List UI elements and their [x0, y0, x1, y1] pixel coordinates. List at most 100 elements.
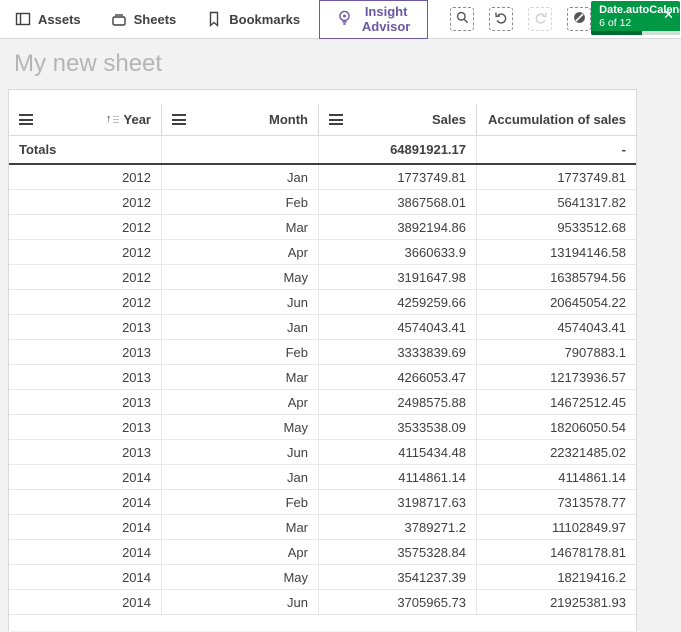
smart-search-button[interactable]: [450, 7, 475, 31]
sheets-button[interactable]: Sheets: [96, 0, 192, 38]
table-cell[interactable]: 14672512.45: [477, 390, 636, 415]
table-cell[interactable]: 2013: [9, 415, 162, 440]
table-cell[interactable]: 4266053.47: [319, 365, 477, 390]
table-cell[interactable]: 4574043.41: [319, 315, 477, 340]
table-cell[interactable]: Jan: [162, 465, 319, 490]
table-cell[interactable]: 4114861.14: [477, 465, 636, 490]
table-cell[interactable]: Jan: [162, 165, 319, 190]
selections-forward-button[interactable]: [528, 7, 553, 31]
column-header-accumulation[interactable]: Accumulation of sales: [477, 104, 636, 136]
table-cell[interactable]: 2013: [9, 440, 162, 465]
column-header-label: Accumulation of sales: [488, 112, 626, 127]
table-cell[interactable]: May: [162, 265, 319, 290]
table-cell[interactable]: 7907883.1: [477, 340, 636, 365]
table-cell[interactable]: 3892194.86: [319, 215, 477, 240]
table-cell[interactable]: 3333839.69: [319, 340, 477, 365]
table-cell[interactable]: 2014: [9, 540, 162, 565]
table-cell[interactable]: 2012: [9, 265, 162, 290]
column-menu-icon[interactable]: [172, 114, 186, 125]
table-cell[interactable]: Jun: [162, 590, 319, 615]
column-header-sales[interactable]: Sales: [319, 104, 477, 136]
table-cell[interactable]: Feb: [162, 340, 319, 365]
table-cell[interactable]: 3575328.84: [319, 540, 477, 565]
table-cell[interactable]: 16385794.56: [477, 265, 636, 290]
table-cell[interactable]: 3533538.09: [319, 415, 477, 440]
table-cell[interactable]: 18219416.2: [477, 565, 636, 590]
table-cell[interactable]: Apr: [162, 390, 319, 415]
column-header-label: Year: [123, 112, 151, 127]
table-cell[interactable]: 2012: [9, 215, 162, 240]
assets-panel-icon: [15, 11, 31, 27]
table-cell[interactable]: 13194146.58: [477, 240, 636, 265]
table-cell[interactable]: 2014: [9, 465, 162, 490]
table-cell[interactable]: 4114861.14: [319, 465, 477, 490]
column-menu-icon[interactable]: [329, 114, 343, 125]
table-cell[interactable]: 2013: [9, 340, 162, 365]
table-row: 2013 Jan 4574043.41 4574043.41: [9, 315, 636, 340]
table-cell[interactable]: Apr: [162, 540, 319, 565]
table-cell[interactable]: 4115434.48: [319, 440, 477, 465]
table-cell[interactable]: 2014: [9, 565, 162, 590]
table-cell[interactable]: Jan: [162, 315, 319, 340]
table-cell[interactable]: 3191647.98: [319, 265, 477, 290]
table-cell[interactable]: 4259259.66: [319, 290, 477, 315]
table-cell[interactable]: 2013: [9, 365, 162, 390]
table-cell[interactable]: 1773749.81: [319, 165, 477, 190]
table-cell[interactable]: Mar: [162, 215, 319, 240]
table-cell[interactable]: 3789271.2: [319, 515, 477, 540]
table-cell[interactable]: 2498575.88: [319, 390, 477, 415]
assets-button[interactable]: Assets: [0, 0, 96, 38]
selection-field-name: Date.autoCalendar....: [599, 4, 680, 16]
table-cell[interactable]: 2012: [9, 165, 162, 190]
table-cell[interactable]: 2012: [9, 190, 162, 215]
table-cell[interactable]: Feb: [162, 190, 319, 215]
table-cell[interactable]: 1773749.81: [477, 165, 636, 190]
table-cell[interactable]: 14678178.81: [477, 540, 636, 565]
bookmarks-button[interactable]: Bookmarks: [191, 0, 315, 38]
table-cell[interactable]: 2013: [9, 390, 162, 415]
table-cell[interactable]: 11102849.97: [477, 515, 636, 540]
clear-selections-button[interactable]: [567, 7, 592, 31]
table-cell[interactable]: May: [162, 565, 319, 590]
table-cell[interactable]: 22321485.02: [477, 440, 636, 465]
table-cell[interactable]: 18206050.54: [477, 415, 636, 440]
table-cell[interactable]: Feb: [162, 490, 319, 515]
table-cell[interactable]: 3705965.73: [319, 590, 477, 615]
column-menu-icon[interactable]: [19, 114, 33, 125]
table-cell[interactable]: Mar: [162, 365, 319, 390]
table-cell[interactable]: 9533512.68: [477, 215, 636, 240]
selection-badge-close-icon[interactable]: ✕: [663, 8, 674, 21]
table-cell[interactable]: 3660633.9: [319, 240, 477, 265]
table-cell[interactable]: Jun: [162, 440, 319, 465]
insight-advisor-button[interactable]: Insight Advisor: [319, 0, 429, 39]
table-cell[interactable]: 2012: [9, 290, 162, 315]
selections-back-button[interactable]: [489, 7, 514, 31]
table-cell[interactable]: Mar: [162, 515, 319, 540]
table-row: 2014 Apr 3575328.84 14678178.81: [9, 540, 636, 565]
table-cell[interactable]: 21925381.93: [477, 590, 636, 615]
table-cell[interactable]: 2014: [9, 490, 162, 515]
sheets-icon: [111, 11, 127, 27]
table-cell[interactable]: May: [162, 415, 319, 440]
table-cell[interactable]: Apr: [162, 240, 319, 265]
table-cell[interactable]: 3541237.39: [319, 565, 477, 590]
table-cell[interactable]: 4574043.41: [477, 315, 636, 340]
selection-badge[interactable]: Date.autoCalendar.... 6 of 12 ✕: [591, 1, 680, 35]
column-header-label: Month: [269, 112, 308, 127]
column-header-year[interactable]: ↑ Year: [9, 104, 162, 136]
table-cell[interactable]: 3198717.63: [319, 490, 477, 515]
table-cell[interactable]: 2014: [9, 515, 162, 540]
table-cell[interactable]: 2014: [9, 590, 162, 615]
table-cell[interactable]: 5641317.82: [477, 190, 636, 215]
table-cell[interactable]: 7313578.77: [477, 490, 636, 515]
table-cell[interactable]: 3867568.01: [319, 190, 477, 215]
table-cell[interactable]: 20645054.22: [477, 290, 636, 315]
column-header-month[interactable]: Month: [162, 104, 319, 136]
selection-count: 6 of 12: [599, 16, 632, 29]
table-cell[interactable]: 2012: [9, 240, 162, 265]
table-cell[interactable]: Jun: [162, 290, 319, 315]
table-cell[interactable]: 2013: [9, 315, 162, 340]
totals-row: Totals 64891921.17 -: [9, 136, 636, 165]
table-row: 2012 Apr 3660633.9 13194146.58: [9, 240, 636, 265]
table-cell[interactable]: 12173936.57: [477, 365, 636, 390]
